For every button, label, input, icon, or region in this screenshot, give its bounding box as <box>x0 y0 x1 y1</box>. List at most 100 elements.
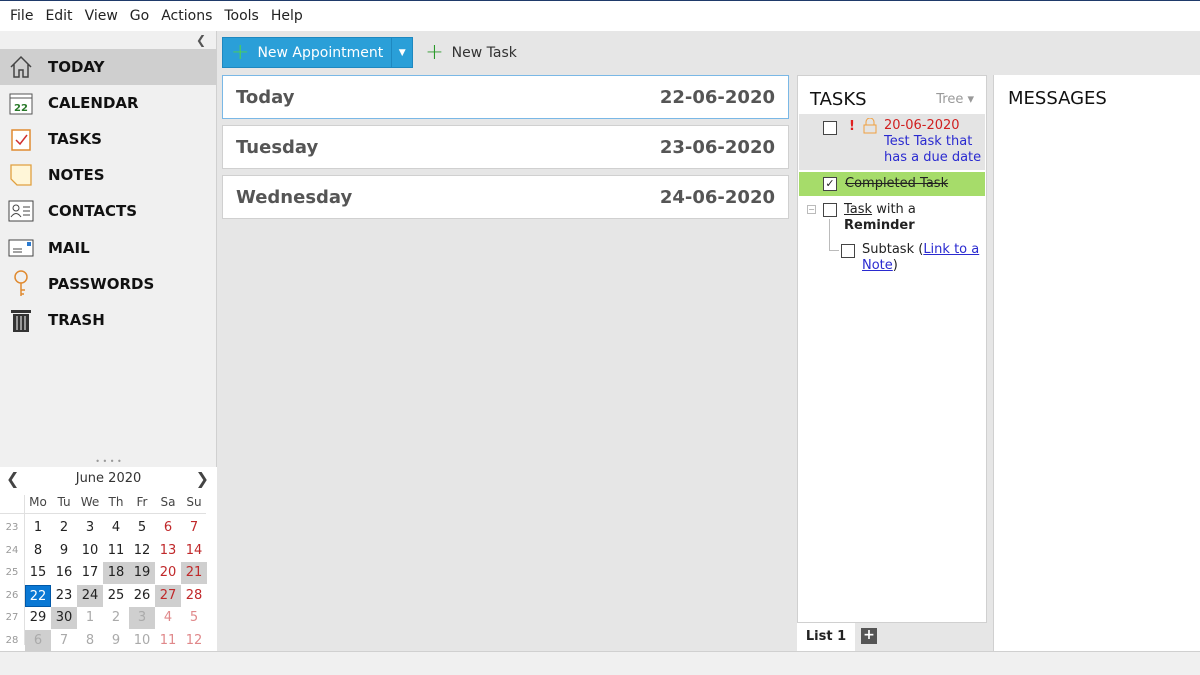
calendar-day[interactable]: 7 <box>181 517 207 539</box>
calendar-day[interactable]: 6 <box>155 517 181 539</box>
calendar-day[interactable]: 3 <box>129 607 155 629</box>
calendar-day[interactable]: 12 <box>181 630 207 652</box>
calendar-day[interactable]: 21 <box>181 562 207 584</box>
calendar-day[interactable]: 18 <box>103 562 129 584</box>
sidebar-item-mail[interactable]: MAIL <box>0 230 217 266</box>
plus-icon: + <box>425 39 444 65</box>
calendar-day[interactable]: 9 <box>51 540 77 562</box>
calendar-day[interactable]: 5 <box>181 607 207 629</box>
plus-icon: + <box>231 39 250 65</box>
menu-file[interactable]: File <box>4 8 39 24</box>
calendar-day[interactable]: 4 <box>155 607 181 629</box>
calendar-day[interactable]: 1 <box>25 517 51 539</box>
menu-tools[interactable]: Tools <box>218 8 265 24</box>
calendar-day[interactable]: 4 <box>103 517 129 539</box>
calendar-icon: 22 <box>8 90 34 116</box>
calendar-day[interactable]: 17 <box>77 562 103 584</box>
calendar-day[interactable]: 22 <box>25 584 51 607</box>
weekday-label: Th <box>108 495 124 509</box>
calendar-day[interactable]: 3 <box>77 517 103 539</box>
note-icon <box>8 162 34 188</box>
sidebar: ❮ TODAY 22 CALENDAR TASKS NOTES CONTACTS … <box>0 31 217 652</box>
clipboard-check-icon <box>8 126 34 152</box>
panel-splitter[interactable]: • • • • <box>0 458 217 467</box>
calendar-day[interactable]: 8 <box>25 540 51 562</box>
calendar-day[interactable]: 27 <box>155 584 181 607</box>
week-number: 26 <box>5 589 19 601</box>
new-task-button[interactable]: + New Task <box>425 39 517 65</box>
calendar-day[interactable]: 24 <box>77 584 103 607</box>
status-bar <box>0 651 1200 675</box>
calendar-day[interactable]: 26 <box>129 585 155 607</box>
view-mode-dropdown[interactable]: Tree ▾ <box>936 92 974 107</box>
calendar-day[interactable]: 16 <box>51 562 77 584</box>
calendar-day[interactable]: 19 <box>129 562 155 584</box>
task-item-subtask[interactable]: Subtask (Link to a Note) <box>862 242 982 274</box>
calendar-day[interactable]: 25 <box>103 585 129 607</box>
messages-panel: MESSAGES <box>993 75 1200 651</box>
calendar-day[interactable]: 12 <box>129 540 155 562</box>
home-icon <box>8 54 34 80</box>
menu-go[interactable]: Go <box>124 8 155 24</box>
sidebar-item-trash[interactable]: TRASH <box>0 302 217 338</box>
sidebar-item-notes[interactable]: NOTES <box>0 157 217 193</box>
calendar-day[interactable]: 28 <box>181 585 207 607</box>
task-checkbox-checked[interactable]: ✓ <box>823 177 837 191</box>
day-row-wednesday[interactable]: Wednesday 24-06-2020 <box>222 175 789 219</box>
new-appointment-button[interactable]: + New Appointment ▼ <box>222 37 414 68</box>
sidebar-item-contacts[interactable]: CONTACTS <box>0 193 217 229</box>
collapse-tree-icon[interactable]: − <box>807 205 816 214</box>
day-row-today[interactable]: Today 22-06-2020 <box>222 75 789 119</box>
mini-calendar: ❮ June 2020 ❯ Mo Tu We Th Fr Sa Su 23 1 2 3 4 5 6 7 24 8… <box>0 467 217 652</box>
lock-icon <box>863 117 877 138</box>
calendar-day[interactable]: 23 <box>51 585 77 607</box>
day-row-tuesday[interactable]: Tuesday 23-06-2020 <box>222 125 789 169</box>
sidebar-item-calendar[interactable]: 22 CALENDAR <box>0 85 217 121</box>
calendar-day[interactable]: 13 <box>155 540 181 562</box>
menu-edit[interactable]: Edit <box>39 8 78 24</box>
mail-icon <box>8 235 34 261</box>
menu-bar: File Edit View Go Actions Tools Help <box>0 0 1200 31</box>
weekday-label: Fr <box>136 495 148 509</box>
add-list-icon[interactable]: + <box>861 628 877 644</box>
collapse-sidebar-icon[interactable]: ❮ <box>196 33 206 47</box>
menu-actions[interactable]: Actions <box>155 8 218 24</box>
calendar-day[interactable]: 11 <box>155 630 181 652</box>
week-number: 27 <box>5 612 19 623</box>
calendar-day[interactable]: 30 <box>51 607 77 629</box>
next-month-icon[interactable]: ❯ <box>196 469 209 488</box>
task-item-completed[interactable]: ✓ Completed Task <box>799 172 985 196</box>
task-checkbox[interactable] <box>823 203 837 217</box>
toolbar: + New Appointment ▼ + New Task <box>222 37 517 68</box>
calendar-day[interactable]: 6 <box>25 629 51 652</box>
tasks-title: TASKS <box>810 89 867 110</box>
calendar-day[interactable]: 8 <box>77 630 103 652</box>
task-item-due[interactable]: ! 20-06-2020 Test Task that has a due da… <box>799 114 985 170</box>
calendar-day[interactable]: 1 <box>77 607 103 629</box>
calendar-day[interactable]: 7 <box>51 630 77 652</box>
sidebar-item-tasks[interactable]: TASKS <box>0 121 217 157</box>
sidebar-item-passwords[interactable]: PASSWORDS <box>0 266 217 302</box>
task-list-tabs: List 1 + <box>797 623 987 651</box>
task-checkbox[interactable] <box>823 121 837 135</box>
calendar-day[interactable]: 14 <box>181 540 207 562</box>
subtask-checkbox[interactable] <box>841 244 855 258</box>
calendar-day[interactable]: 2 <box>51 517 77 539</box>
task-item-reminder[interactable]: Task with a Reminder <box>844 202 964 234</box>
calendar-day[interactable]: 10 <box>129 630 155 652</box>
calendar-day[interactable]: 29 <box>25 607 51 629</box>
calendar-day[interactable]: 20 <box>155 562 181 584</box>
contact-card-icon <box>8 198 34 224</box>
menu-view[interactable]: View <box>79 8 124 24</box>
menu-help[interactable]: Help <box>265 8 309 24</box>
calendar-day[interactable]: 5 <box>129 517 155 539</box>
calendar-day[interactable]: 15 <box>25 562 51 584</box>
calendar-day[interactable]: 11 <box>103 540 129 562</box>
calendar-day[interactable]: 2 <box>103 607 129 629</box>
calendar-day[interactable]: 10 <box>77 540 103 562</box>
calendar-day[interactable]: 9 <box>103 630 129 652</box>
dropdown-arrow-icon[interactable]: ▼ <box>392 48 412 58</box>
weekday-label: Su <box>186 495 202 509</box>
tab-list-1[interactable]: List 1 <box>797 623 855 651</box>
sidebar-item-today[interactable]: TODAY <box>0 49 217 85</box>
